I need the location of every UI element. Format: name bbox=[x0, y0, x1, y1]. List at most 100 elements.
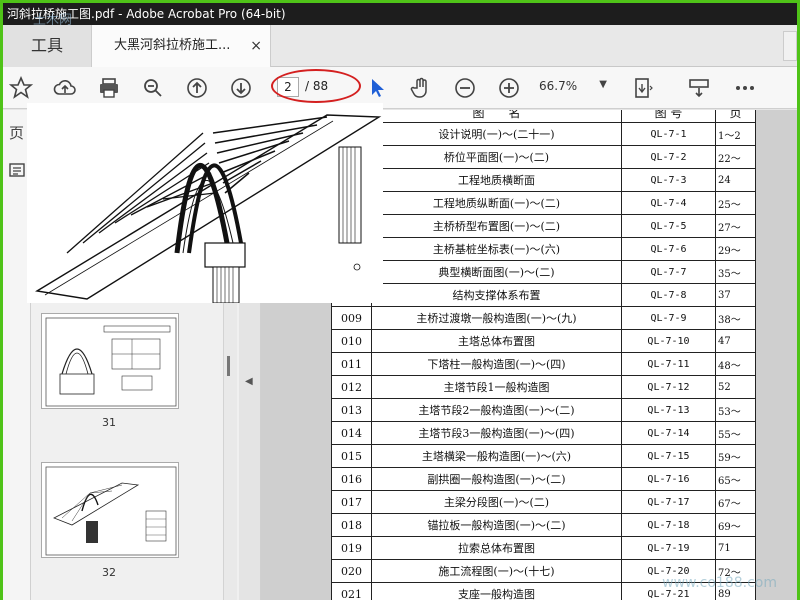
row-name: 主塔节段3一般构造图(一)～(四) bbox=[371, 421, 622, 445]
table-row: 013 主塔节段2一般构造图(一)～(二) QL-7-13 53～ bbox=[331, 398, 756, 422]
table-row: 桥位平面图(一)～(二) QL-7-2 22～ bbox=[331, 145, 756, 169]
row-code: QL-7-16 bbox=[621, 467, 716, 491]
row-name: 副拱圈一般构造图(一)～(二) bbox=[371, 467, 622, 491]
row-code: QL-7-1 bbox=[621, 122, 716, 146]
close-tab-icon[interactable]: × bbox=[250, 25, 262, 67]
header-name: 图 名 bbox=[371, 110, 622, 123]
row-number: 013 bbox=[331, 398, 372, 422]
table-row: 015 主塔横梁一般构造图(一)～(六) QL-7-15 59～ bbox=[331, 444, 756, 468]
row-number: 020 bbox=[331, 559, 372, 583]
zoom-select[interactable]: 66.7% ▼ bbox=[539, 79, 609, 99]
thumbnail-label: 32 bbox=[102, 566, 116, 579]
row-pages: 65～ bbox=[715, 467, 756, 491]
row-name: 主塔横梁一般构造图(一)～(六) bbox=[371, 444, 622, 468]
cloud-upload-icon[interactable] bbox=[51, 74, 79, 102]
star-icon[interactable] bbox=[7, 74, 35, 102]
row-name: 桥位平面图(一)～(二) bbox=[371, 145, 622, 169]
row-number: 018 bbox=[331, 513, 372, 537]
row-name: 工程地质纵断面(一)～(二) bbox=[371, 191, 622, 215]
row-number: 014 bbox=[331, 421, 372, 445]
row-code: QL-7-19 bbox=[621, 536, 716, 560]
row-code: QL-7-15 bbox=[621, 444, 716, 468]
tab-document[interactable]: 大黑河斜拉桥施工... × bbox=[91, 25, 271, 67]
row-pages: 1～2 bbox=[715, 122, 756, 146]
table-row: 019 拉索总体布置图 QL-7-19 71 bbox=[331, 536, 756, 560]
annotation-ellipse bbox=[271, 69, 361, 103]
table-row: 009 主桥过渡墩一般构造图(一)～(九) QL-7-9 38～ bbox=[331, 306, 756, 330]
page-thumbnail-31[interactable] bbox=[41, 313, 179, 409]
row-name: 下塔柱一般构造图(一)～(四) bbox=[371, 352, 622, 376]
page-up-icon[interactable] bbox=[183, 74, 211, 102]
row-code: QL-7-17 bbox=[621, 490, 716, 514]
zoom-out-icon[interactable] bbox=[451, 74, 479, 102]
row-number: 012 bbox=[331, 375, 372, 399]
page-view-icon[interactable] bbox=[629, 74, 657, 102]
bridge-drawing-preview bbox=[27, 103, 383, 304]
table-row: 011 下塔柱一般构造图(一)～(四) QL-7-11 48～ bbox=[331, 352, 756, 376]
row-name: 工程地质横断面 bbox=[371, 168, 622, 192]
table-row: 010 主塔总体布置图 QL-7-10 47 bbox=[331, 329, 756, 353]
row-name: 拉索总体布置图 bbox=[371, 536, 622, 560]
table-row: 012 主塔节段1一般构造图 QL-7-12 52 bbox=[331, 375, 756, 399]
print-icon[interactable] bbox=[95, 74, 123, 102]
table-row: 014 主塔节段3一般构造图(一)～(四) QL-7-14 55～ bbox=[331, 421, 756, 445]
row-pages: 55～ bbox=[715, 421, 756, 445]
zoom-search-icon[interactable] bbox=[139, 74, 167, 102]
row-number: 015 bbox=[331, 444, 372, 468]
row-pages: 37 bbox=[715, 283, 756, 307]
table-row: 018 锚拉板一般构造图(一)～(二) QL-7-18 69～ bbox=[331, 513, 756, 537]
row-pages: 38～ bbox=[715, 306, 756, 330]
hand-icon[interactable] bbox=[407, 74, 435, 102]
row-code: QL-7-13 bbox=[621, 398, 716, 422]
tab-tools[interactable]: 工具 bbox=[3, 25, 91, 67]
table-row: 工程地质纵断面(一)～(二) QL-7-4 25～ bbox=[331, 191, 756, 215]
chevron-down-icon: ▼ bbox=[599, 79, 607, 90]
row-pages: 59～ bbox=[715, 444, 756, 468]
row-pages: 53～ bbox=[715, 398, 756, 422]
row-code: QL-7-7 bbox=[621, 260, 716, 284]
row-code: QL-7-4 bbox=[621, 191, 716, 215]
row-pages: 52 bbox=[715, 375, 756, 399]
scrollbar-thumb[interactable] bbox=[227, 356, 230, 376]
table-row: 主桥基桩坐标表(一)～(六) QL-7-6 29～ bbox=[331, 237, 756, 261]
zoom-value: 66.7% bbox=[539, 79, 578, 93]
page-down-icon[interactable] bbox=[227, 74, 255, 102]
tab-document-label: 大黑河斜拉桥施工... bbox=[114, 38, 231, 53]
row-number: 009 bbox=[331, 306, 372, 330]
row-code: QL-7-12 bbox=[621, 375, 716, 399]
row-pages: 35～ bbox=[715, 260, 756, 284]
row-number: 017 bbox=[331, 490, 372, 514]
table-row: 工程地质横断面 QL-7-3 24 bbox=[331, 168, 756, 192]
tab-row: 工具 大黑河斜拉桥施工... × bbox=[3, 25, 797, 67]
more-icon[interactable] bbox=[731, 74, 759, 102]
chevron-left-icon: ◀ bbox=[245, 376, 253, 387]
zoom-in-icon[interactable] bbox=[495, 74, 523, 102]
table-row: 结构支撑体系布置 QL-7-8 37 bbox=[331, 283, 756, 307]
row-pages: 71 bbox=[715, 536, 756, 560]
comment-icon[interactable] bbox=[685, 74, 713, 102]
row-pages: 67～ bbox=[715, 490, 756, 514]
row-number: 016 bbox=[331, 467, 372, 491]
row-name: 主桥桥型布置图(一)～(二) bbox=[371, 214, 622, 238]
watermark-bottom-right: www.co188.com bbox=[662, 575, 777, 591]
row-name: 典型横断面图(一)～(二) bbox=[371, 260, 622, 284]
tab-scroll[interactable] bbox=[783, 31, 797, 61]
table-row: 典型横断面图(一)～(二) QL-7-7 35～ bbox=[331, 260, 756, 284]
row-name: 支座一般构造图 bbox=[371, 582, 622, 600]
bookmark-list-icon[interactable] bbox=[9, 162, 25, 178]
row-code: QL-7-9 bbox=[621, 306, 716, 330]
row-code: QL-7-2 bbox=[621, 145, 716, 169]
row-code: QL-7-14 bbox=[621, 421, 716, 445]
row-code: QL-7-3 bbox=[621, 168, 716, 192]
table-row: 设计说明(一)～(二十一) QL-7-1 1～2 bbox=[331, 122, 756, 146]
window-title: 河斜拉桥施工图.pdf - Adobe Acrobat Pro (64-bit) bbox=[3, 3, 797, 25]
row-code: QL-7-5 bbox=[621, 214, 716, 238]
row-pages: 48～ bbox=[715, 352, 756, 376]
select-cursor-icon[interactable] bbox=[363, 74, 391, 102]
row-name: 主梁分段图(一)～(二) bbox=[371, 490, 622, 514]
row-pages: 47 bbox=[715, 329, 756, 353]
row-name: 设计说明(一)～(二十一) bbox=[371, 122, 622, 146]
row-code: QL-7-8 bbox=[621, 283, 716, 307]
page-thumbnail-32[interactable] bbox=[41, 462, 179, 558]
row-pages: 24 bbox=[715, 168, 756, 192]
